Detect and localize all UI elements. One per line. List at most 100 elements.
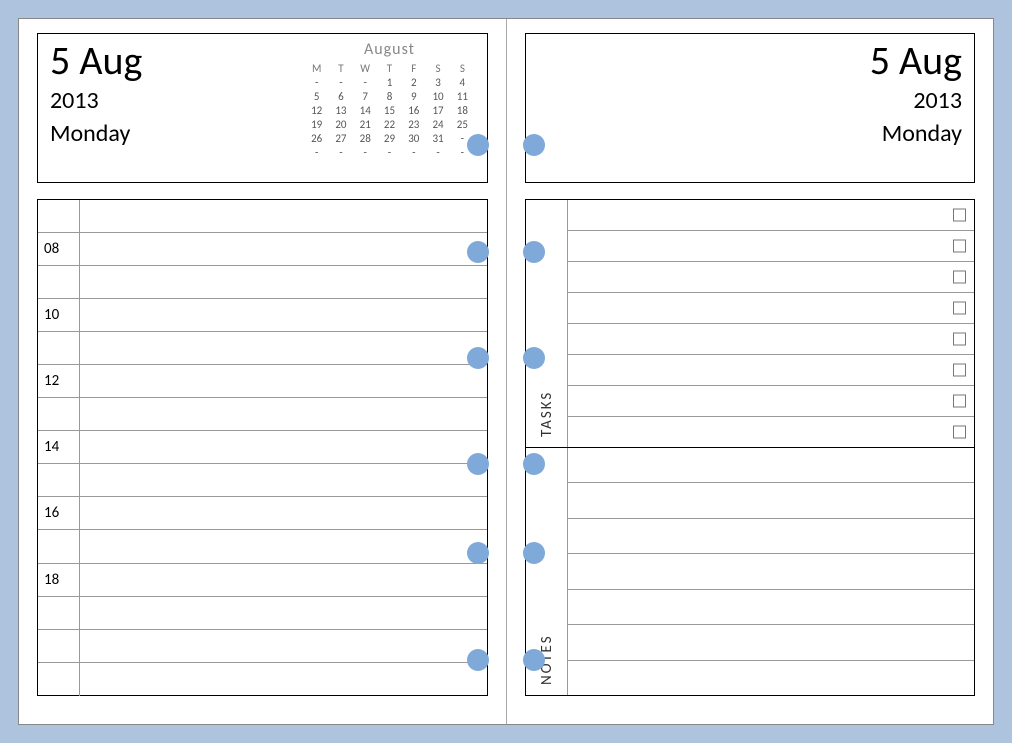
schedule-row[interactable]: 10 [38,299,487,332]
schedule-hour-label: 12 [38,365,80,397]
schedule-slot[interactable] [80,398,487,430]
cal-day-cell: 25 [450,118,474,132]
mini-calendar: August MTWTFSS ---1234567891011121314151… [305,40,475,176]
schedule-slot[interactable] [80,630,487,662]
page-right: 5 Aug 2013 Monday TASKS NOTES [507,19,994,724]
planner-sheet: 5 Aug 2013 Monday August MTWTFSS ---1234… [18,18,994,725]
schedule-hour-label: 10 [38,299,80,331]
schedule-row[interactable] [38,266,487,299]
cal-dow-cell: T [329,61,353,76]
tasks-label-col: TASKS [526,200,568,447]
cal-day-cell: 2 [402,76,426,90]
schedule-hour-label [38,663,80,696]
schedule-slot[interactable] [80,597,487,629]
cal-day-cell: 21 [353,118,377,132]
task-checkbox[interactable] [953,364,966,377]
cal-day-cell: - [329,146,353,160]
notes-label-col: NOTES [526,448,568,695]
schedule-row[interactable] [38,464,487,497]
schedule-slot[interactable] [80,365,487,397]
schedule-hour-label: 16 [38,497,80,529]
task-row[interactable] [568,293,975,324]
cal-day-cell: 18 [450,104,474,118]
schedule-hour-label [38,630,80,662]
schedule-hour-label: 14 [38,431,80,463]
cal-day-cell: - [305,76,329,90]
task-checkbox[interactable] [953,395,966,408]
schedule-grid: 08 10 12 14 16 18 [37,199,488,696]
cal-day-cell: 11 [450,90,474,104]
cal-day-cell: 6 [329,90,353,104]
cal-day-cell: 28 [353,132,377,146]
notes-label: NOTES [538,634,556,685]
schedule-row[interactable]: 18 [38,564,487,597]
cal-day-cell: 23 [402,118,426,132]
task-row[interactable] [568,200,975,231]
note-row[interactable] [568,519,975,554]
note-row[interactable] [568,590,975,625]
cal-day-cell: 20 [329,118,353,132]
date-weekday: Monday [870,119,962,148]
schedule-row[interactable]: 12 [38,365,487,398]
schedule-hour-label [38,266,80,298]
task-row[interactable] [568,386,975,417]
cal-day-cell: - [329,76,353,90]
schedule-row[interactable] [38,663,487,696]
schedule-row[interactable]: 14 [38,431,487,464]
schedule-row[interactable] [38,530,487,563]
schedule-hour-label: 08 [38,233,80,265]
schedule-slot[interactable] [80,530,487,562]
date-year: 2013 [50,86,142,115]
schedule-slot[interactable] [80,663,487,696]
right-header: 5 Aug 2013 Monday [525,33,976,183]
task-row[interactable] [568,324,975,355]
cal-dow-cell: S [450,61,474,76]
task-checkbox[interactable] [953,302,966,315]
schedule-slot[interactable] [80,233,487,265]
cal-day-cell: 16 [402,104,426,118]
note-row[interactable] [568,554,975,589]
schedule-slot[interactable] [80,200,487,232]
schedule-row[interactable] [38,200,487,233]
task-row[interactable] [568,417,975,447]
schedule-slot[interactable] [80,564,487,596]
cal-day-cell: - [353,76,377,90]
schedule-hour-label [38,200,80,232]
task-row[interactable] [568,355,975,386]
task-checkbox[interactable] [953,426,966,439]
schedule-row[interactable] [38,398,487,431]
schedule-slot[interactable] [80,464,487,496]
task-row[interactable] [568,231,975,262]
task-row[interactable] [568,262,975,293]
schedule-slot[interactable] [80,299,487,331]
cal-day-cell: 14 [353,104,377,118]
schedule-row[interactable]: 16 [38,497,487,530]
schedule-slot[interactable] [80,266,487,298]
note-row[interactable] [568,448,975,483]
tasks-lines [568,200,975,447]
task-checkbox[interactable] [953,333,966,346]
schedule-hour-label [38,398,80,430]
cal-day-cell: - [353,146,377,160]
note-row[interactable] [568,661,975,695]
notes-lines [568,448,975,695]
date-weekday: Monday [50,119,142,148]
cal-day-cell: 29 [377,132,401,146]
schedule-row[interactable] [38,597,487,630]
schedule-slot[interactable] [80,431,487,463]
cal-day-cell: - [426,146,450,160]
schedule-slot[interactable] [80,497,487,529]
cal-day-cell: 27 [329,132,353,146]
notes-section: NOTES [526,448,975,695]
schedule-row[interactable] [38,630,487,663]
note-row[interactable] [568,625,975,660]
schedule-hour-label [38,464,80,496]
task-checkbox[interactable] [953,240,966,253]
schedule-row[interactable]: 08 [38,233,487,266]
task-checkbox[interactable] [953,209,966,222]
note-row[interactable] [568,483,975,518]
schedule-row[interactable] [38,332,487,365]
schedule-hour-label: 18 [38,564,80,596]
task-checkbox[interactable] [953,271,966,284]
schedule-slot[interactable] [80,332,487,364]
